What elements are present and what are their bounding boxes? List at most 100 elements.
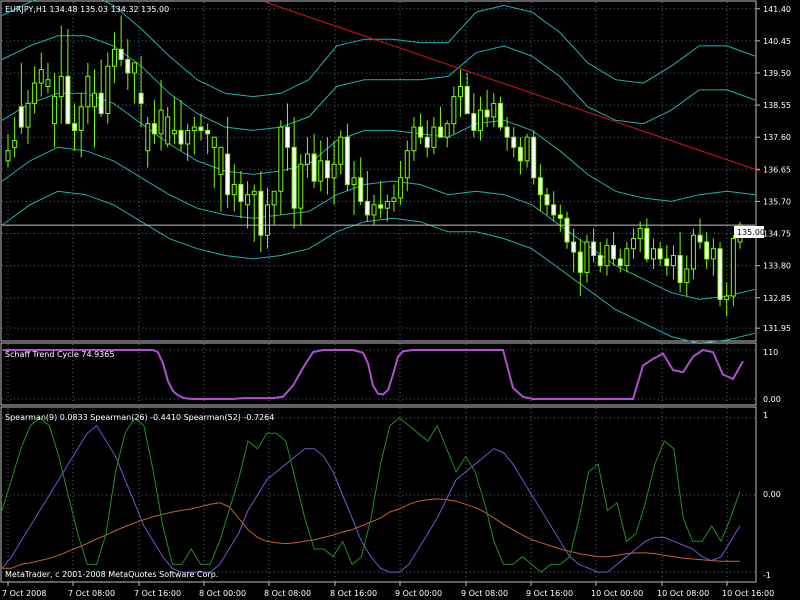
candle-body — [604, 244, 610, 267]
price-label: 137.60 — [763, 133, 791, 142]
candle-body — [18, 106, 24, 128]
price-label: 140.45 — [763, 37, 791, 46]
candle-body — [730, 238, 736, 297]
candle-body — [444, 123, 450, 138]
candle-body — [38, 69, 44, 84]
time-label: 9 Oct 00:00 — [395, 589, 442, 598]
candle-body — [225, 153, 231, 196]
candle-body — [331, 163, 337, 179]
candle-body — [491, 102, 497, 118]
candle-body — [5, 150, 11, 162]
time-label: 7 Oct 2008 — [2, 589, 46, 598]
candle-body — [338, 136, 344, 165]
time-label: 9 Oct 08:00 — [461, 589, 508, 598]
candle-body — [710, 248, 716, 260]
candle-body — [597, 255, 603, 267]
price-label: 131.95 — [763, 324, 791, 333]
candle-body — [584, 241, 590, 273]
current-price-label: 135.00 — [737, 228, 765, 237]
candle-body — [398, 177, 404, 199]
trading-chart[interactable]: EURJPY,H1 134.48 135.03 134.32 135.00 14… — [0, 0, 800, 600]
candle-body — [284, 126, 290, 148]
spearman-level-top: 1 — [763, 411, 768, 420]
time-label: 7 Oct 16:00 — [134, 589, 181, 598]
candle-body — [418, 126, 424, 138]
price-label: 135.70 — [763, 197, 791, 206]
candle-body — [497, 102, 503, 128]
candle-body — [92, 92, 98, 108]
candle-body — [611, 244, 617, 260]
time-label: 10 Oct 08:00 — [657, 589, 709, 598]
candle-body — [531, 136, 537, 179]
candle-body — [458, 86, 464, 98]
candle-body — [511, 136, 517, 148]
candle-body — [311, 153, 317, 182]
candle-body — [477, 109, 483, 131]
candle-body — [191, 126, 197, 131]
candle-body — [424, 136, 430, 148]
candle-body — [111, 48, 117, 67]
candle-body — [298, 163, 304, 209]
candle-body — [171, 129, 177, 135]
spearman-level-mid: 0.00 — [763, 490, 781, 499]
candle-body — [105, 65, 111, 115]
candle-body — [251, 190, 257, 196]
candle-body — [624, 248, 630, 267]
price-label: 134.75 — [763, 230, 791, 239]
time-label: 8 Oct 00:00 — [199, 589, 246, 598]
candle-body — [504, 126, 510, 138]
time-label: 10 Oct 16:00 — [722, 589, 774, 598]
price-label: 133.80 — [763, 262, 791, 271]
candle-body — [631, 238, 637, 250]
copyright-text: MetaTrader, c 2001-2008 MetaQuotes Softw… — [5, 570, 218, 579]
candle-body — [118, 48, 124, 60]
candle-body — [544, 194, 550, 206]
candle-body — [85, 75, 91, 108]
candle-body — [684, 268, 690, 284]
candle-body — [304, 153, 310, 165]
candle-body — [45, 79, 51, 87]
candle-body — [238, 184, 244, 202]
price-label: 132.85 — [763, 294, 791, 303]
price-label: 141.40 — [763, 5, 791, 14]
candle-body — [471, 113, 477, 131]
time-label: 7 Oct 08:00 — [68, 589, 115, 598]
candle-body — [564, 217, 570, 243]
candle-body — [438, 126, 444, 138]
candle-body — [717, 248, 723, 300]
candle-body — [271, 190, 277, 206]
candle-body — [358, 177, 364, 202]
candle-body — [650, 248, 656, 260]
spearman-label: Spearman(9) 0.0833 Spearman(26) -0.4410 … — [5, 413, 274, 422]
candle-body — [351, 177, 357, 186]
candle-body — [664, 258, 670, 267]
candle-body — [404, 150, 410, 179]
candle-body — [52, 96, 58, 125]
candle-body — [165, 116, 171, 145]
candle-body — [158, 109, 164, 135]
candle-body — [644, 227, 650, 260]
stc-level-top: 110 — [763, 348, 778, 357]
candle-body — [411, 126, 417, 152]
candle-body — [378, 204, 384, 209]
candle-body — [704, 241, 710, 260]
candle-body — [617, 258, 623, 267]
candle-body — [577, 251, 583, 273]
candle-body — [32, 82, 38, 104]
candle-body — [12, 140, 18, 148]
time-label: 10 Oct 00:00 — [591, 589, 643, 598]
candle-body — [58, 75, 64, 98]
candle-body — [151, 123, 157, 135]
candle-body — [98, 92, 104, 115]
time-label: 8 Oct 16:00 — [330, 589, 377, 598]
candle-body — [258, 190, 264, 236]
candle-body — [697, 234, 703, 243]
candle-body — [591, 241, 597, 256]
candle-body — [324, 160, 330, 179]
price-label: 139.50 — [763, 69, 791, 78]
candle-body — [484, 109, 490, 118]
time-label: 8 Oct 08:00 — [264, 589, 311, 598]
candle-body — [211, 136, 217, 148]
candle-body — [464, 86, 470, 115]
candle-body — [265, 204, 271, 236]
